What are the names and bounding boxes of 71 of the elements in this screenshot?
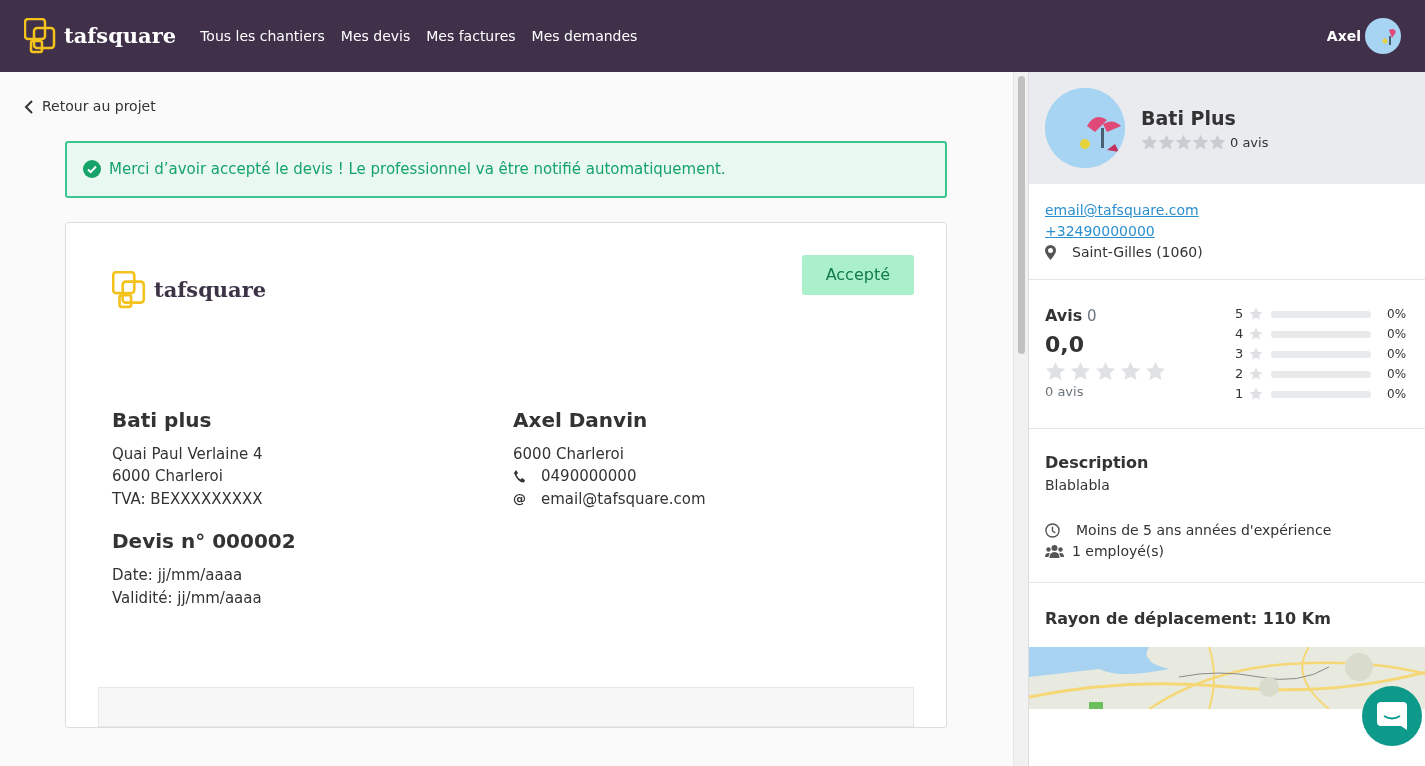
chat-icon — [1377, 702, 1407, 730]
star-icon — [1158, 133, 1175, 151]
issuer-address-line: TVA: BEXXXXXXXXX — [112, 488, 264, 510]
client-phone: 0490000000 — [541, 466, 637, 487]
issuer-name: Bati plus — [112, 406, 213, 434]
location-pin-icon — [1045, 245, 1056, 260]
brand-logo[interactable]: tafsquare — [24, 18, 177, 54]
description-heading: Description — [1045, 452, 1150, 474]
quote-date: Date: jj/mm/aaaa — [112, 565, 244, 586]
at-icon: @ — [513, 489, 525, 509]
back-link[interactable]: Retour au projet — [24, 96, 156, 117]
nav-link[interactable]: Tous les chantiers — [200, 25, 325, 47]
rating-level-label: 2 — [1235, 365, 1245, 383]
rating-level-label: 1 — [1235, 385, 1245, 403]
user-avatar[interactable] — [1365, 18, 1401, 54]
star-icon — [1095, 361, 1116, 382]
client-email: email@tafsquare.com — [541, 488, 706, 510]
star-icon — [1249, 327, 1263, 341]
reviews-heading: Avis — [1045, 306, 1083, 325]
star-icon — [1175, 133, 1192, 151]
location-text: Saint-Gilles (1060) — [1072, 243, 1203, 262]
nav-link[interactable]: Mes devis — [340, 25, 411, 47]
phone-link[interactable]: +32490000000 — [1045, 221, 1409, 242]
company-name: Bati Plus — [1141, 106, 1237, 131]
client-name: Axel Danvin — [513, 406, 649, 434]
star-icon — [1120, 361, 1141, 382]
rating-review-count: 0 avis — [1045, 383, 1085, 401]
rating-level-label: 4 — [1235, 325, 1245, 343]
star-icon — [1249, 367, 1263, 381]
status-badge: Accepté — [801, 254, 914, 295]
users-icon — [1045, 545, 1064, 558]
nav-link[interactable]: Mes demandes — [531, 25, 638, 47]
rating-percent: 0% — [1387, 306, 1407, 323]
star-icon — [1192, 133, 1209, 151]
issuer-address-line: 6000 Charleroi — [112, 466, 224, 487]
quote-brand-logo: tafsquare — [112, 270, 267, 309]
check-circle-icon — [83, 160, 101, 179]
phone-icon — [513, 469, 525, 484]
client-city: 6000 Charleroi — [513, 443, 625, 465]
star-icon — [1249, 347, 1263, 361]
quote-number: Devis n° 000002 — [112, 528, 297, 555]
star-icon — [1070, 361, 1091, 382]
star-icon — [1249, 307, 1263, 321]
alert-message: Merci d’avoir accepté le devis ! Le professionnel va être notifié automatiquement. — [109, 159, 726, 180]
issuer-address-line: Quai Paul Verlaine 4 — [112, 443, 264, 465]
rating-percent: 0% — [1387, 326, 1407, 343]
rating-percent: 0% — [1387, 386, 1407, 403]
star-icon — [1045, 361, 1066, 382]
chat-button[interactable] — [1362, 686, 1422, 746]
quote-validity: Validité: jj/mm/aaaa — [112, 587, 263, 609]
star-icon — [1145, 361, 1166, 382]
employees-text: 1 employé(s) — [1072, 542, 1165, 561]
user-name[interactable]: Axel — [1326, 25, 1361, 47]
rating-percent: 0% — [1387, 366, 1407, 383]
reviews-total: 0 — [1087, 307, 1097, 325]
star-icon — [1209, 133, 1226, 151]
scrollbar[interactable] — [1013, 72, 1028, 766]
clock-icon — [1045, 523, 1060, 538]
review-count: 0 avis — [1230, 133, 1269, 152]
star-icon — [1249, 387, 1263, 401]
rating-percent: 0% — [1387, 346, 1407, 363]
email-link[interactable]: email@tafsquare.com — [1045, 200, 1409, 221]
star-icon — [1141, 133, 1158, 151]
nav-link[interactable]: Mes factures — [426, 25, 516, 47]
description-text: Blablabla — [1045, 476, 1111, 495]
rating-level-label: 3 — [1235, 345, 1245, 363]
travel-radius-heading: Rayon de déplacement: 110 Km — [1045, 608, 1332, 630]
experience-text: Moins de 5 ans années d'expérience — [1076, 521, 1332, 540]
chevron-left-icon — [24, 99, 34, 114]
rating-level-label: 5 — [1235, 305, 1245, 323]
rating-score: 0,0 — [1045, 331, 1085, 359]
